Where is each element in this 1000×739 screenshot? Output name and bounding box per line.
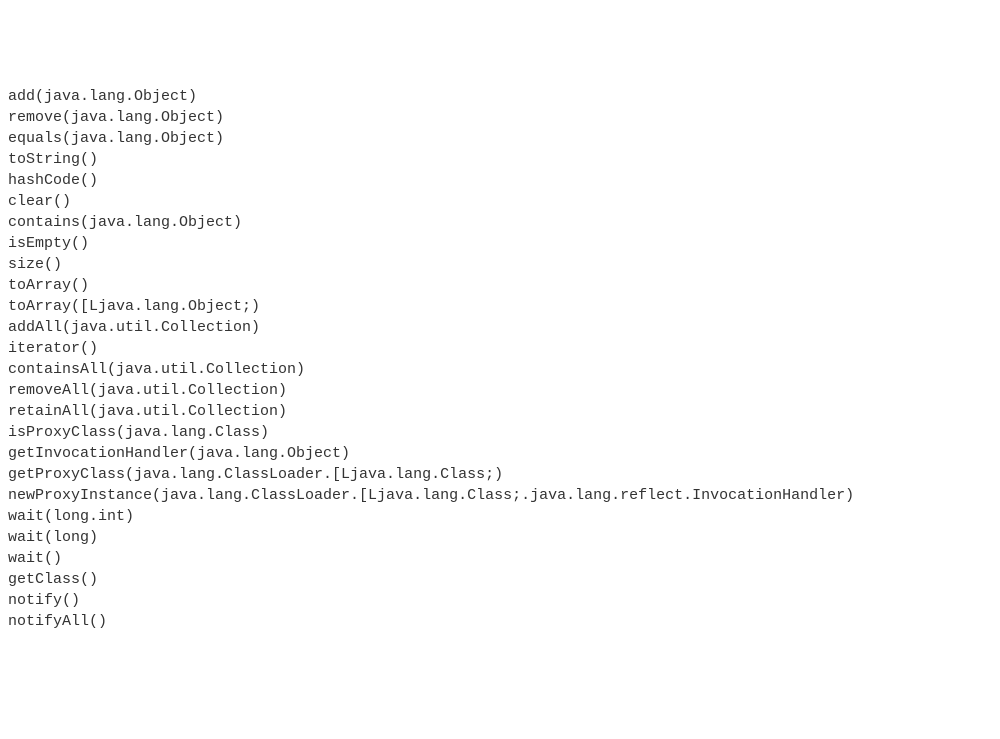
method-signature: wait() (8, 548, 992, 569)
method-signature: getProxyClass(java.lang.ClassLoader.[Lja… (8, 464, 992, 485)
method-signature: newProxyInstance(java.lang.ClassLoader.[… (8, 485, 992, 506)
method-signature: size() (8, 254, 992, 275)
method-signature: addAll(java.util.Collection) (8, 317, 992, 338)
method-signature: contains(java.lang.Object) (8, 212, 992, 233)
method-signature: retainAll(java.util.Collection) (8, 401, 992, 422)
method-signature: notify() (8, 590, 992, 611)
method-signature: toArray() (8, 275, 992, 296)
method-signature: isProxyClass(java.lang.Class) (8, 422, 992, 443)
method-signature: toString() (8, 149, 992, 170)
method-list: add(java.lang.Object)remove(java.lang.Ob… (8, 86, 992, 632)
method-signature: clear() (8, 191, 992, 212)
method-signature: equals(java.lang.Object) (8, 128, 992, 149)
method-signature: wait(long) (8, 527, 992, 548)
method-signature: remove(java.lang.Object) (8, 107, 992, 128)
method-signature: notifyAll() (8, 611, 992, 632)
method-signature: getClass() (8, 569, 992, 590)
method-signature: hashCode() (8, 170, 992, 191)
method-signature: removeAll(java.util.Collection) (8, 380, 992, 401)
method-signature: wait(long.int) (8, 506, 992, 527)
method-signature: add(java.lang.Object) (8, 86, 992, 107)
method-signature: iterator() (8, 338, 992, 359)
method-signature: getInvocationHandler(java.lang.Object) (8, 443, 992, 464)
method-signature: toArray([Ljava.lang.Object;) (8, 296, 992, 317)
method-signature: containsAll(java.util.Collection) (8, 359, 992, 380)
method-signature: isEmpty() (8, 233, 992, 254)
